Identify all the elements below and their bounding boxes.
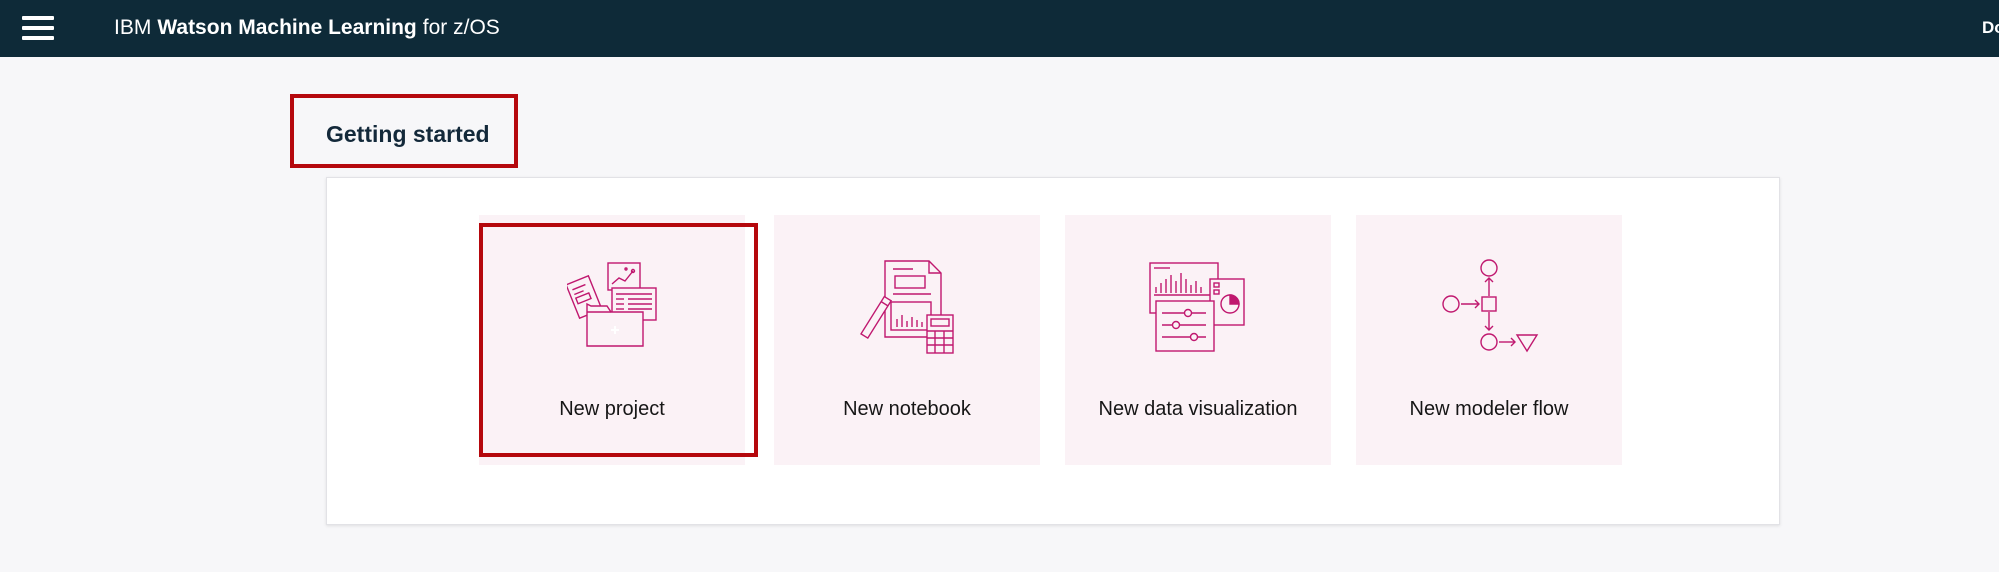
- project-icon: [567, 262, 657, 347]
- new-data-visualization-label: New data visualization: [1098, 398, 1298, 420]
- page-title: Getting started: [326, 121, 490, 147]
- new-notebook-label: New notebook: [843, 398, 971, 420]
- product-name[interactable]: IBM Watson Machine Learning for z/OS: [114, 16, 500, 40]
- modeler-flow-icon: [1442, 259, 1539, 353]
- brand-suffix: for z/OS: [422, 16, 500, 39]
- new-notebook-tile[interactable]: New notebook: [774, 215, 1040, 465]
- new-project-label: New project: [559, 398, 665, 420]
- new-data-visualization-tile[interactable]: New data visualization: [1065, 215, 1331, 465]
- brand-prefix: IBM: [114, 16, 152, 39]
- hamburger-menu-icon[interactable]: [22, 14, 54, 42]
- new-modeler-flow-tile[interactable]: New modeler flow: [1356, 215, 1622, 465]
- topbar-right-link[interactable]: Do: [1982, 18, 1999, 38]
- brand-product: Watson Machine Learning: [157, 16, 417, 39]
- new-project-tile[interactable]: New project: [479, 215, 745, 465]
- top-navigation-bar: IBMWatson Machine Learningfor z/OS Do: [0, 0, 1999, 57]
- notebook-icon: [860, 260, 954, 354]
- data-visualization-icon: [1149, 262, 1245, 352]
- new-modeler-flow-label: New modeler flow: [1409, 398, 1569, 420]
